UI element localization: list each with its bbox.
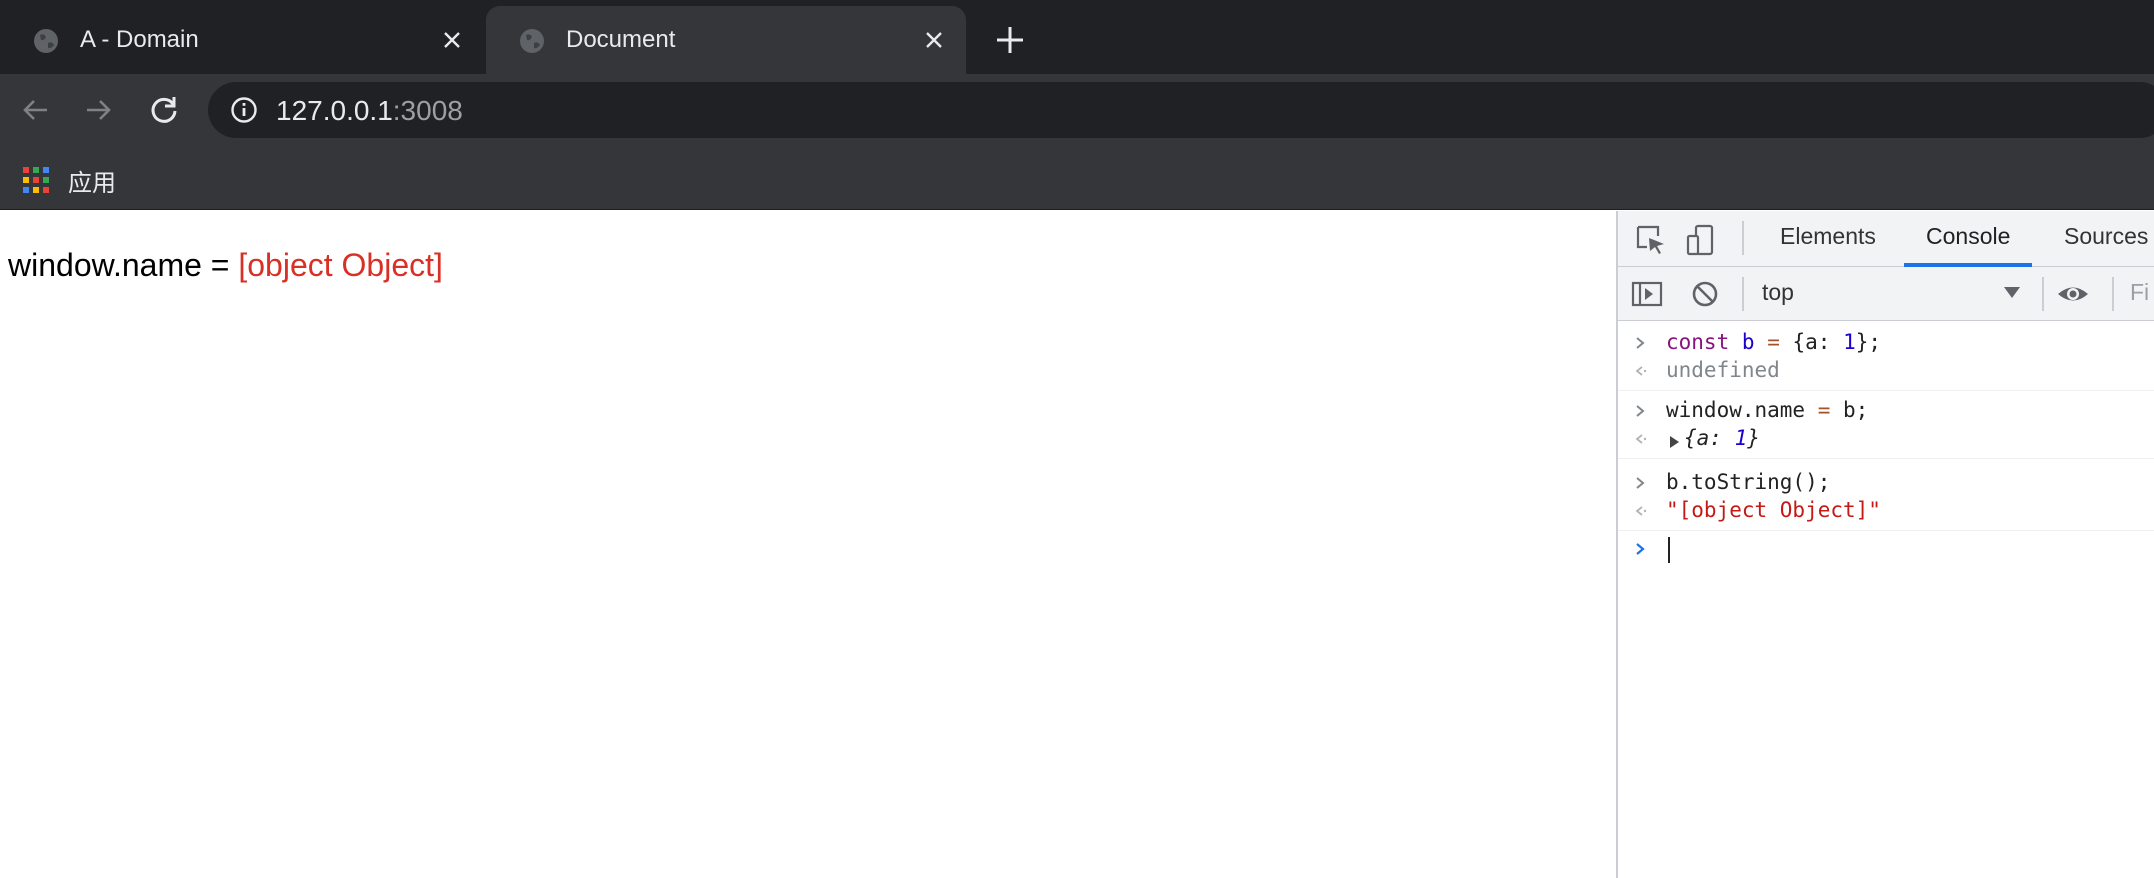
console-toolbar: top Fi bbox=[1618, 267, 2154, 321]
address-bar[interactable]: 127.0.0.1:3008 bbox=[208, 82, 2154, 138]
chevron-down-icon[interactable] bbox=[2004, 287, 2020, 298]
show-sidebar-icon[interactable] bbox=[1630, 277, 1664, 311]
console-input-text: const b = {a: 1}; bbox=[1666, 330, 1882, 354]
return-arrow-icon bbox=[1635, 366, 1647, 376]
live-expression-icon[interactable] bbox=[2056, 277, 2090, 311]
return-arrow-icon bbox=[1635, 506, 1647, 516]
url-port: :3008 bbox=[392, 95, 463, 126]
device-toolbar-icon[interactable] bbox=[1684, 223, 1718, 257]
console-input-text: window.name = b; bbox=[1666, 398, 1869, 422]
console-log: const b = {a: 1}; undefined window.name … bbox=[1618, 321, 2154, 878]
console-output-text: undefined bbox=[1666, 358, 1780, 382]
close-icon[interactable] bbox=[918, 24, 950, 56]
devtools-tabbar: Elements Console Sources bbox=[1618, 211, 2154, 267]
url-host: 127.0.0.1 bbox=[276, 95, 393, 126]
console-output-row: {a: 1} bbox=[1618, 421, 2154, 459]
console-output-text: "[object Object]" bbox=[1666, 498, 1881, 522]
close-icon[interactable] bbox=[436, 24, 468, 56]
devtools-panel: Elements Console Sources top Fi const b … bbox=[1616, 211, 2154, 878]
toolbar-divider bbox=[1742, 277, 1744, 311]
reload-icon[interactable] bbox=[144, 90, 184, 130]
tab-sources[interactable]: Sources bbox=[2064, 223, 2148, 250]
info-icon[interactable] bbox=[230, 96, 258, 124]
tab-elements[interactable]: Elements bbox=[1780, 223, 1876, 250]
context-selector[interactable]: top bbox=[1762, 279, 1794, 306]
chevron-right-icon bbox=[1636, 543, 1645, 555]
arrow-left-icon[interactable] bbox=[16, 90, 56, 130]
filter-input[interactable]: Fi bbox=[2130, 279, 2149, 306]
chevron-right-icon bbox=[1636, 477, 1645, 489]
apps-grid-icon[interactable] bbox=[22, 166, 50, 194]
inspect-element-icon[interactable] bbox=[1634, 223, 1668, 257]
expand-triangle-icon[interactable] bbox=[1668, 435, 1680, 449]
plus-icon[interactable] bbox=[992, 22, 1028, 58]
console-input-text: b.toString(); bbox=[1666, 470, 1831, 494]
browser-tab-a-domain[interactable]: A - Domain bbox=[0, 6, 484, 74]
tab-console[interactable]: Console bbox=[1926, 223, 2010, 250]
browser-tabstrip: A - Domain Document bbox=[0, 0, 2154, 74]
globe-icon bbox=[34, 29, 58, 53]
browser-toolbar: 127.0.0.1:3008 bbox=[0, 74, 2154, 146]
tab-title: Document bbox=[566, 26, 676, 53]
console-prompt[interactable] bbox=[1618, 531, 2154, 569]
toolbar-divider bbox=[2112, 277, 2114, 311]
chevron-right-icon bbox=[1636, 405, 1645, 417]
console-output-row: "[object Object]" bbox=[1618, 493, 2154, 531]
window-name-output: window.name = [object Object] bbox=[8, 247, 443, 284]
apps-bookmark-label[interactable]: 应用 bbox=[68, 163, 116, 198]
page-content: window.name = [object Object] bbox=[0, 211, 1616, 878]
window-name-value: [object Object] bbox=[238, 247, 443, 283]
toolbar-divider bbox=[1742, 221, 1744, 255]
tab-title: A - Domain bbox=[80, 26, 199, 53]
chevron-right-icon bbox=[1636, 337, 1645, 349]
url-text[interactable]: 127.0.0.1:3008 bbox=[276, 95, 463, 127]
window-name-label: window.name = bbox=[8, 247, 239, 283]
text-caret bbox=[1668, 537, 1670, 563]
console-output-row: undefined bbox=[1618, 353, 2154, 391]
toolbar-divider bbox=[2042, 277, 2044, 311]
globe-icon bbox=[520, 29, 544, 53]
arrow-right-icon[interactable] bbox=[78, 90, 118, 130]
console-output-object[interactable]: {a: 1} bbox=[1684, 426, 1760, 450]
browser-tab-document[interactable]: Document bbox=[486, 6, 966, 74]
return-arrow-icon bbox=[1635, 434, 1647, 444]
bookmarks-bar: 应用 bbox=[0, 146, 2154, 210]
clear-console-icon[interactable] bbox=[1688, 277, 1722, 311]
